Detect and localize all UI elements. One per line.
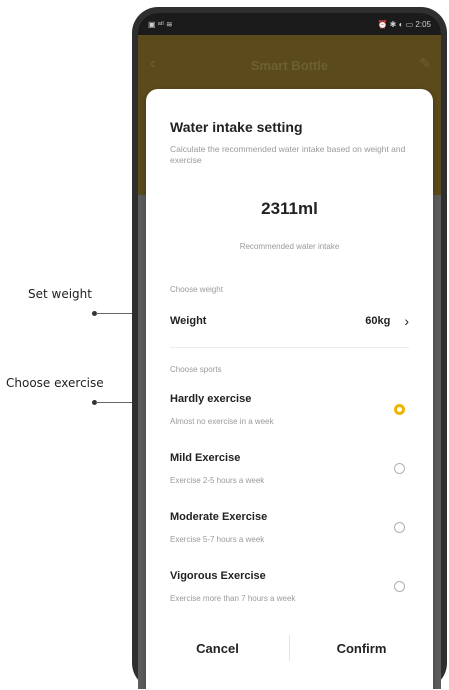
choose-exercise-annotation: Choose exercise (6, 376, 104, 390)
pencil-icon[interactable]: ✎ (419, 55, 431, 72)
chevron-right-icon: › (404, 313, 409, 329)
exercise-option-description: Exercise more than 7 hours a week (170, 594, 296, 603)
radio-unselected-icon[interactable] (394, 463, 405, 474)
exercise-option-description: Almost no exercise in a week (170, 417, 274, 426)
exercise-option-name: Hardly exercise (170, 393, 252, 405)
radio-unselected-icon[interactable] (394, 522, 405, 533)
phone-screen: ▣ ᵃᵗˡ ≋ ⏰ ✱ ◐ ▭ 2:05 ‹ Smart Bottle ✎ Wa… (138, 13, 441, 689)
exercise-option-name: Moderate Exercise (170, 511, 268, 523)
recommended-amount: 2311ml (261, 199, 318, 218)
set-weight-annotation: Set weight (28, 287, 92, 301)
divider (170, 347, 409, 348)
status-left-icons: ▣ ᵃᵗˡ ≋ (148, 19, 173, 29)
exercise-option-name: Vigorous Exercise (170, 570, 266, 582)
weight-row[interactable]: Weight 60kg › (170, 308, 409, 334)
cancel-button[interactable]: Cancel (146, 641, 289, 656)
phone-frame: ▣ ᵃᵗˡ ≋ ⏰ ✱ ◐ ▭ 2:05 ‹ Smart Bottle ✎ Wa… (132, 7, 447, 689)
water-intake-dialog: Water intake setting Calculate the recom… (146, 89, 433, 689)
sports-section-label: Choose sports (170, 365, 222, 374)
radio-selected-icon[interactable] (394, 404, 405, 415)
exercise-option-name: Mild Exercise (170, 452, 241, 464)
weight-label: Weight (170, 315, 207, 327)
exercise-option-description: Exercise 5-7 hours a week (170, 535, 265, 544)
app-title: Smart Bottle (250, 58, 329, 73)
radio-unselected-icon[interactable] (394, 581, 405, 592)
dialog-description: Calculate the recommended water intake b… (170, 144, 406, 165)
exercise-option-description: Exercise 2-5 hours a week (170, 476, 265, 485)
exercise-option-vigorous[interactable]: Vigorous Exercise Exercise more than 7 h… (170, 570, 409, 614)
weight-value: 60kg (365, 315, 391, 327)
weight-section-label: Choose weight (170, 285, 223, 294)
recommended-amount-label: Recommended water intake (239, 242, 340, 251)
status-bar: ▣ ᵃᵗˡ ≋ ⏰ ✱ ◐ ▭ 2:05 (138, 13, 441, 35)
exercise-option-hardly[interactable]: Hardly exercise Almost no exercise in a … (170, 393, 409, 437)
confirm-button[interactable]: Confirm (290, 641, 433, 656)
dialog-title: Water intake setting (170, 119, 303, 135)
dialog-button-row: Cancel Confirm (146, 633, 433, 663)
status-right-info: ⏰ ✱ ◐ ▭ 2:05 (377, 19, 431, 29)
exercise-option-moderate[interactable]: Moderate Exercise Exercise 5-7 hours a w… (170, 511, 409, 555)
exercise-option-mild[interactable]: Mild Exercise Exercise 2-5 hours a week (170, 452, 409, 496)
